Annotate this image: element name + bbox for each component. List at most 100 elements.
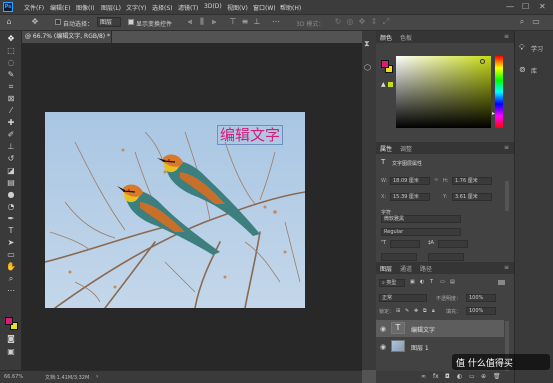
auto-select-checkbox[interactable] [55,19,61,25]
new-group-icon[interactable]: ▭ [469,373,475,380]
menu-file[interactable]: 文件(F) [24,3,44,12]
lock-transparent-icon[interactable]: ⊞ [396,308,400,314]
menu-layer[interactable]: 图层(L) [101,3,121,12]
gradient-tool-icon[interactable]: ▤ [5,178,17,188]
link-layers-icon[interactable]: ∞ [421,373,426,380]
filter-type-icon[interactable]: T [430,279,433,285]
menu-view[interactable]: 视图(V) [227,3,248,12]
hue-slider-handle[interactable]: ▸ [492,110,495,117]
marquee-tool-icon[interactable]: ⬚ [5,46,17,56]
tab-adjustments[interactable]: 调整 [400,144,412,153]
panel-menu-icon[interactable]: ≡ [504,33,509,40]
add-mask-icon[interactable]: ◘ [445,373,450,380]
tab-properties[interactable]: 属性 [380,144,392,153]
font-style-select[interactable]: Regular [381,228,461,236]
layer-visibility-eye-icon[interactable]: ◉ [380,343,386,351]
font-family-select[interactable]: 微软雅黑 [381,215,461,223]
menu-window[interactable]: 窗口(W) [253,3,276,12]
history-panel-icon[interactable]: ⧗ [364,39,370,49]
tracking-field[interactable] [381,253,417,261]
distribute-icon[interactable]: ⋯ [271,17,281,27]
properties-scrollbar[interactable] [505,181,509,211]
height-field[interactable]: 1.76 厘米 [452,177,492,185]
workspace-icon[interactable]: ▭ [531,17,541,27]
filter-toggle[interactable] [498,280,505,285]
screen-mode-icon[interactable]: ▣ [5,347,17,357]
blur-tool-icon[interactable]: ● [5,190,17,200]
layer-row-image[interactable]: ◉ 图层 1 [376,338,504,355]
color-picker-field[interactable] [396,56,491,128]
document-canvas-image[interactable]: 编辑文字 [45,112,305,308]
learn-icon[interactable]: 💡︎ [519,43,525,53]
pen-tool-icon[interactable]: ✒ [5,214,17,224]
hand-tool-icon[interactable]: ✋ [5,262,17,272]
foreground-color-swatch[interactable] [5,317,13,325]
zoom-level[interactable]: 66.67% [4,374,23,380]
color-picker-cursor[interactable] [480,59,485,64]
lock-all-icon[interactable]: 🔒︎ [432,308,435,314]
learn-panel-label[interactable]: 学习 [531,44,543,53]
gamut-warning-icon[interactable]: ▲ [381,81,386,88]
opacity-field[interactable]: 100% [466,294,496,302]
3d-roll-icon[interactable]: ◎ [345,17,355,27]
type-tool-icon[interactable]: T [5,226,17,236]
crop-tool-icon[interactable]: ⌗ [5,82,17,92]
lock-image-icon[interactable]: ✎ [405,308,409,314]
align-top-icon[interactable]: ⊤ [228,17,238,27]
3d-slide-icon[interactable]: ⇕ [369,17,379,27]
status-arrow-icon[interactable]: › [96,373,98,380]
dodge-tool-icon[interactable]: ◔ [5,202,17,212]
move-tool-icon[interactable]: ✥ [5,34,17,44]
menu-filter[interactable]: 滤镜(T) [178,3,198,12]
filter-shape-icon[interactable]: ▭ [440,279,445,285]
healing-brush-tool-icon[interactable]: ✚ [5,118,17,128]
3d-drag-icon[interactable]: ✥ [357,17,367,27]
filter-smart-object-icon[interactable]: ▤ [450,279,455,285]
menu-select[interactable]: 选择(S) [152,3,173,12]
layer-name[interactable]: 图层 1 [411,343,429,352]
clone-stamp-tool-icon[interactable]: ⊥ [5,142,17,152]
quick-mask-icon[interactable]: ◙ [5,334,17,344]
history-brush-tool-icon[interactable]: ↺ [5,154,17,164]
close-button[interactable]: ✕ [539,2,546,12]
path-select-tool-icon[interactable]: ➤ [5,238,17,248]
new-layer-icon[interactable]: ⊕ [481,373,486,380]
tab-swatches[interactable]: 色板 [400,33,412,42]
delete-layer-icon[interactable]: 🗑︎ [493,373,501,380]
transform-controls-checkbox[interactable] [128,19,134,25]
more-tools-icon[interactable]: ⋯ [5,286,17,296]
search-icon[interactable]: ⌕ [517,17,527,27]
panel-menu-icon[interactable]: ≡ [504,144,509,151]
kerning-field[interactable] [428,253,464,261]
tab-paths[interactable]: 路径 [420,264,432,273]
blend-mode-select[interactable]: 正常 [379,294,427,302]
menu-3d[interactable]: 3D(D) [204,3,222,10]
fill-field[interactable]: 100% [466,307,496,315]
adjustment-layer-icon[interactable]: ◐ [457,373,462,380]
3d-scale-icon[interactable]: ⤢ [381,17,391,27]
document-tab[interactable]: @ 66.7% (编辑文字, RGB/8) * × [22,31,112,43]
eraser-tool-icon[interactable]: ◪ [5,166,17,176]
hue-slider[interactable] [495,56,503,128]
frame-tool-icon[interactable]: ⊠ [5,94,17,104]
menu-edit[interactable]: 编辑(E) [50,3,70,12]
home-icon[interactable]: ⌂ [4,17,14,27]
layer-name[interactable]: 编辑文字 [411,325,435,334]
menu-image[interactable]: 图像(I) [76,3,94,12]
lock-artboard-icon[interactable]: ⧉ [423,308,427,314]
layer-row-text[interactable]: ◉ T 编辑文字 [376,320,504,337]
layer-kind-filter[interactable]: ⌕ 类型 [379,279,405,287]
lasso-tool-icon[interactable]: ◌ [5,58,17,68]
filter-pixel-icon[interactable]: ▣ [410,279,415,285]
rectangle-tool-icon[interactable]: ▭ [5,250,17,260]
text-bounding-box[interactable]: 编辑文字 [217,125,283,145]
3d-rotate-icon[interactable]: ↻ [333,17,343,27]
minimize-button[interactable]: — [506,2,514,12]
brush-tool-icon[interactable]: ✐ [5,130,17,140]
auto-select-dropdown[interactable]: 图层 [97,17,121,27]
tab-channels[interactable]: 通道 [400,264,412,273]
link-icon[interactable]: ∞ [434,177,438,183]
quick-select-tool-icon[interactable]: ✎ [5,70,17,80]
color-panel-foreground-swatch[interactable] [381,60,389,68]
filter-adjustment-icon[interactable]: ◐ [420,279,424,285]
